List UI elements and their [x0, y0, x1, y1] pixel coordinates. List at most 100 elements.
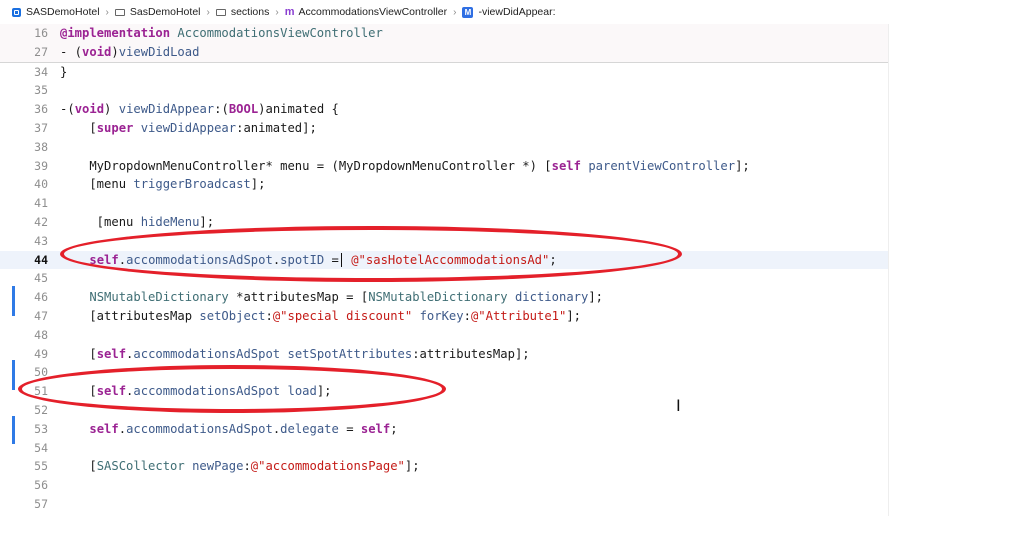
code-line[interactable]: 42 [menu hideMenu]; [0, 213, 888, 232]
code-token: @"special discount" [272, 308, 413, 323]
code-token: self [96, 346, 127, 361]
code-token: viewDidLoad [118, 44, 200, 59]
code-token: = [324, 252, 339, 267]
breadcrumb-item[interactable]: m AccommodationsViewController [285, 6, 447, 18]
chevron-right-icon: › [275, 6, 279, 18]
line-number: 36 [34, 102, 48, 117]
code-token: hideMenu [140, 214, 200, 229]
code-token: newPage [184, 459, 244, 474]
code-editor[interactable]: 16 @implementation AccommodationsViewCont… [0, 24, 889, 516]
change-bar [12, 360, 15, 390]
code-line[interactable]: 56 [0, 476, 888, 495]
blank-panel [889, 24, 1024, 544]
code-line[interactable]: 57 [0, 495, 888, 514]
code-line[interactable]: 36 -(void) viewDidAppear:(BOOL)animated { [0, 100, 888, 119]
code-line[interactable]: 43 [0, 232, 888, 251]
code-line[interactable]: 47 [attributesMap setObject:@"special di… [0, 307, 888, 326]
line-number: 37 [34, 120, 48, 135]
code-token: accommodationsAdSpot [133, 346, 281, 361]
code-token: } [60, 64, 68, 79]
app-icon [12, 7, 21, 17]
code-line[interactable]: 52 [0, 401, 888, 420]
code-text: } [60, 63, 67, 82]
code-line[interactable]: 54 [0, 439, 888, 458]
breadcrumb-label: SasDemoHotel [129, 6, 201, 18]
code-line[interactable]: 39 MyDropdownMenuController* menu = (MyD… [0, 157, 888, 176]
breadcrumb-item[interactable]: sections [215, 6, 269, 18]
code-line[interactable]: 40 [menu triggerBroadcast]; [0, 175, 888, 194]
change-bar [12, 416, 15, 444]
code-token: SASCollector [96, 459, 185, 474]
code-token: accommodationsAdSpot [133, 384, 281, 399]
code-line[interactable]: 58 } [0, 514, 888, 517]
folder-icon [114, 8, 125, 16]
code-token: AccommodationsViewController [170, 26, 383, 40]
code-token: [ [60, 384, 97, 399]
code-token: triggerBroadcast [133, 177, 251, 192]
code-token: ]; [588, 290, 604, 305]
code-token: self [551, 158, 581, 173]
code-token: void [74, 102, 105, 117]
line-number: 42 [34, 214, 48, 229]
code-line[interactable]: 35 [0, 81, 888, 100]
code-token: self [96, 384, 127, 399]
code-token: BOOL [228, 102, 259, 117]
code-text: NSMutableDictionary *attributesMap = [NS… [60, 288, 603, 307]
code-token: . [118, 252, 127, 267]
breadcrumb-item[interactable]: SASDemoHotel [12, 6, 100, 18]
code-token: NSMutableDictionary [89, 290, 229, 305]
code-token: self [89, 252, 119, 267]
chevron-right-icon: › [453, 6, 457, 18]
code-line[interactable]: 50 [0, 363, 888, 382]
code-token: ]; [199, 214, 215, 229]
breadcrumb-label: AccommodationsViewController [298, 6, 448, 18]
code-text: -(void) viewDidAppear:(BOOL)animated { [60, 100, 339, 119]
code-token: delegate [280, 421, 339, 436]
code-token: accommodationsAdSpot [126, 252, 273, 267]
code-line[interactable]: 48 [0, 326, 888, 345]
breadcrumb: SASDemoHotel › SasDemoHotel › sections › m Acco… [0, 0, 1024, 24]
line-number: 34 [34, 64, 48, 79]
line-number: 57 [34, 496, 48, 511]
code-line-current[interactable]: 44 self.accommodationsAdSpot.spotID = @"… [0, 250, 888, 270]
code-text: - (void)viewDidLoad [60, 43, 199, 62]
code-token: - ( [60, 44, 83, 59]
code-line[interactable]: 53 self.accommodationsAdSpot.delegate = … [0, 420, 888, 439]
code-token: NSMutableDictionary [368, 290, 508, 305]
breadcrumb-label: -viewDidAppear: [478, 6, 556, 18]
code-token: setSpotAttributes [280, 346, 413, 361]
code-token: )animated { [258, 102, 339, 117]
code-line[interactable]: 37 [super viewDidAppear:animated]; [0, 119, 888, 138]
code-text: self.accommodationsAdSpot.spotID = @"sas… [60, 251, 557, 270]
breadcrumb-item[interactable]: M -viewDidAppear: [462, 6, 556, 18]
code-token: super [96, 120, 134, 135]
code-token: [menu [60, 177, 134, 192]
code-line[interactable]: 16 @implementation AccommodationsViewCont… [0, 24, 888, 43]
line-number: 46 [34, 290, 48, 305]
code-token: @implementation [60, 26, 171, 40]
code-token: viewDidAppear [118, 102, 215, 117]
line-number: 49 [34, 346, 48, 361]
line-number: 48 [34, 327, 48, 342]
code-text: [self.accommodationsAdSpot setSpotAttrib… [60, 345, 530, 364]
code-line[interactable]: 34} [0, 63, 888, 82]
line-number: 54 [34, 440, 48, 455]
code-line[interactable]: 49 [self.accommodationsAdSpot setSpotAtt… [0, 345, 888, 364]
line-number: 51 [34, 384, 48, 399]
breadcrumb-item[interactable]: SasDemoHotel [114, 6, 201, 18]
code-line[interactable]: 46 NSMutableDictionary *attributesMap = … [0, 288, 888, 307]
code-line[interactable]: 41 [0, 194, 888, 213]
code-token: setObject [199, 308, 266, 323]
code-token: :( [214, 102, 229, 117]
code-token: ]; [735, 158, 750, 173]
code-token: :attributesMap]; [412, 346, 530, 361]
code-line[interactable]: 51 [self.accommodationsAdSpot load]; [0, 382, 888, 401]
code-text: @implementation AccommodationsViewContro… [60, 24, 383, 43]
code-line[interactable]: 55 [SASCollector newPage:@"accommodation… [0, 457, 888, 476]
code-token: ) [111, 44, 119, 59]
code-line[interactable]: 45 [0, 269, 888, 288]
code-line[interactable]: 27 - (void)viewDidLoad [0, 43, 888, 62]
code-line[interactable]: 38 [0, 138, 888, 157]
code-text: [SASCollector newPage:@"accommodationsPa… [60, 457, 419, 476]
